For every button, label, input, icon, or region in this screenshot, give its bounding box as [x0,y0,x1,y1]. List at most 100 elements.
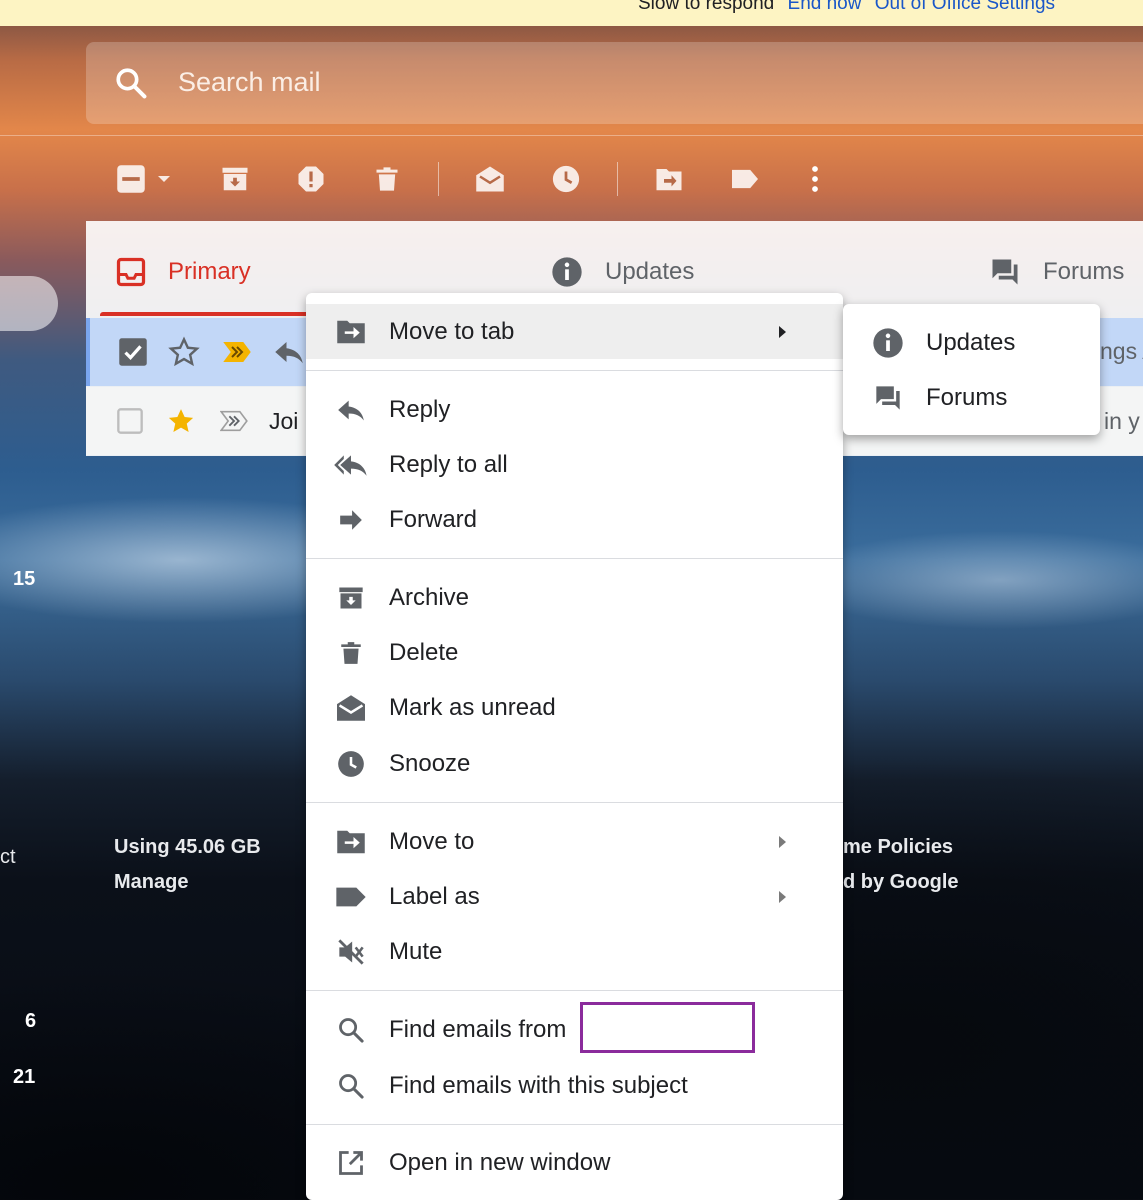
move-to-icon [334,825,368,859]
compose-area-edge[interactable] [0,276,58,331]
menu-item-label: Move to tab [389,317,515,345]
tab-forums[interactable]: Forums [989,252,1124,292]
clock-icon [552,165,580,193]
menu-item-find-from[interactable]: Find emails from [306,1002,843,1057]
label-icon [334,880,368,914]
menu-item-mute[interactable]: Mute [306,924,843,979]
move-to-tab-icon [334,315,368,349]
powered-by-google: d by Google [843,871,959,893]
menu-item-move-to-tab[interactable]: Move to tab [306,304,843,359]
menu-item-find-subject[interactable]: Find emails with this subject [306,1058,843,1113]
delete-button[interactable] [370,162,404,196]
reply-all-icon [334,448,368,482]
more-vert-icon [812,166,818,192]
star-outline-icon[interactable] [168,336,200,368]
forum-icon [992,259,1018,285]
menu-item-mark-unread[interactable]: Mark as unread [306,680,843,735]
inbox-icon [116,257,146,287]
star-filled-icon[interactable] [166,406,196,436]
ooo-settings-link[interactable]: Out of Office Settings [875,0,1055,14]
open-in-new-icon [334,1146,368,1180]
banner-status: Slow to respond [638,0,775,14]
end-now-link[interactable]: End now [788,0,862,14]
email-snippet: ngs A [1100,338,1143,364]
info-icon [552,257,582,287]
label-button[interactable] [728,162,762,196]
menu-item-label: Mute [389,937,443,965]
tab-primary[interactable]: Primary [116,252,251,292]
submenu-item-updates[interactable]: Updates [843,315,1100,370]
side-count: 6 [25,1010,37,1032]
submenu-item-label: Forums [926,383,1008,411]
banner-text-group: Slow to respond End now Out of Office Se… [638,0,1055,15]
move-to-button[interactable] [652,162,686,196]
submenu-arrow-icon [779,325,786,338]
forum-icon [871,381,905,415]
program-policies-link[interactable]: me Policies [843,836,953,859]
menu-item-label: Snooze [389,749,471,777]
importance-marker-icon[interactable] [222,340,252,364]
storage-usage: Using 45.06 GB [114,836,261,858]
mail-open-icon [334,691,368,725]
menu-item-archive[interactable]: Archive [306,570,843,625]
context-menu: Move to tab Reply Reply to all Forward A… [306,293,843,1200]
menu-item-label: Delete [389,638,459,666]
side-label-fragment: ct [0,846,16,868]
tab-updates-label: Updates [605,258,695,285]
search-bar[interactable]: Search mail [86,42,1143,124]
menu-divider [306,802,843,803]
redacted-sender-box [580,1002,755,1053]
menu-divider [306,990,843,991]
move-to-tab-submenu: Updates Forums [843,304,1100,435]
select-checkbox-button[interactable] [114,162,148,196]
checkbox-checked-icon[interactable] [118,337,148,367]
select-partial-icon [117,165,145,193]
archive-icon [334,581,368,615]
archive-icon [222,167,248,191]
submenu-item-forums[interactable]: Forums [843,370,1100,425]
report-spam-button[interactable] [294,162,328,196]
manage-storage-link[interactable]: Manage [114,871,188,894]
mute-icon [334,935,368,969]
search-icon[interactable] [114,66,148,100]
importance-marker-outline-icon[interactable] [220,410,248,432]
search-input[interactable]: Search mail [178,67,321,98]
clock-icon [334,747,368,781]
menu-divider [306,370,843,371]
toolbar-divider [617,162,618,196]
forward-icon [334,503,368,537]
archive-button[interactable] [218,162,252,196]
menu-item-delete[interactable]: Delete [306,625,843,680]
menu-divider [306,1124,843,1125]
mark-unread-button[interactable] [473,162,507,196]
search-icon [334,1013,368,1047]
submenu-arrow-icon [779,835,786,848]
menu-item-snooze[interactable]: Snooze [306,736,843,791]
snooze-button[interactable] [549,162,583,196]
email-snippet: in y [1104,408,1140,434]
primary-tab-indicator [100,312,310,316]
menu-item-label-as[interactable]: Label as [306,869,843,924]
reply-icon [275,342,303,364]
menu-item-label: Find emails with this subject [389,1071,688,1099]
caret-down-icon [158,176,170,182]
select-dropdown-button[interactable] [152,162,176,196]
tab-updates[interactable]: Updates [551,252,694,292]
tab-primary-label: Primary [168,258,251,285]
menu-item-move-to[interactable]: Move to [306,814,843,869]
search-icon [334,1069,368,1103]
menu-item-reply[interactable]: Reply [306,382,843,437]
menu-item-label: Archive [389,583,470,611]
reply-icon [334,393,368,427]
trash-icon [334,636,368,670]
menu-item-label: Move to [389,827,475,855]
tab-forums-label: Forums [1043,258,1125,285]
label-icon [732,169,758,189]
more-options-button[interactable] [798,162,832,196]
menu-item-open-new-window[interactable]: Open in new window [306,1135,843,1190]
menu-item-reply-all[interactable]: Reply to all [306,437,843,492]
menu-item-label: Open in new window [389,1148,611,1176]
checkbox-empty-icon[interactable] [116,407,144,435]
menu-item-forward[interactable]: Forward [306,492,843,547]
side-count: 21 [13,1066,36,1088]
